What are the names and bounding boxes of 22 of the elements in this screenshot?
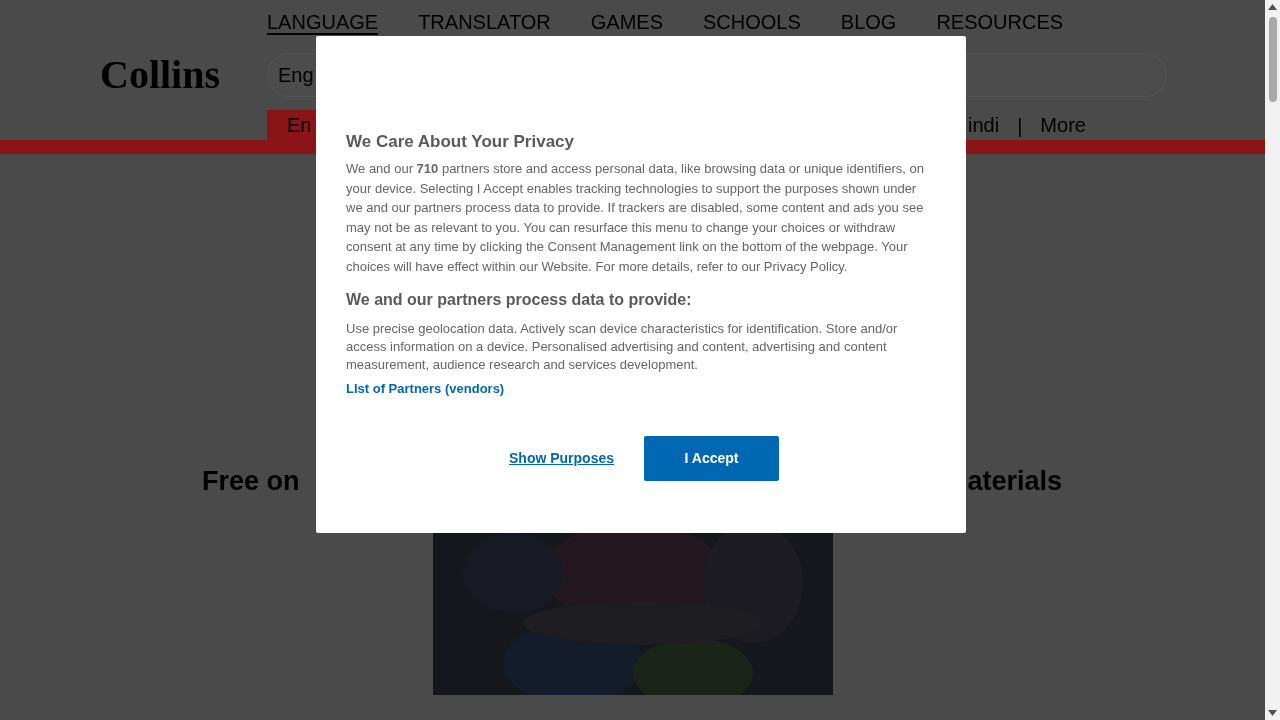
nav-link[interactable]: SCHOOLS (703, 12, 801, 35)
dialog-title: We Care About Your Privacy (346, 131, 575, 153)
headline: aterials (967, 465, 1062, 498)
headline: Free on (202, 465, 300, 498)
tab-separator: | (1017, 114, 1023, 139)
dialog-text: We and our 710 partners store and access personal data, like browsing data or unique identifiers, on your device. Selecting I Accept enables tracking technologies to support the purposes shown under we and our partners process data to provide. If trackers are disabled, some content and ads you see may not be as relevant to you. You can resurface this menu to change your choices or withdraw consent at any time by clicking the Consent Management link on the bottom of the webpage. Your choices will have effect within our Website. For more details, refer to our Privacy Policy. (346, 160, 925, 276)
purposes-text: Use precise geolocation data. Actively scan device characteristics for identification. Store and/or access information on a device. Personalised advertising and content, advertising and content measurement, audience research and services development. (346, 320, 899, 374)
show-purposes-link[interactable]: Show Purposes (509, 447, 615, 469)
scroll-up-icon[interactable] (1268, 4, 1277, 10)
scroll-down-icon[interactable] (1268, 710, 1277, 716)
scrollbar[interactable] (1265, 0, 1280, 720)
nav-link[interactable]: GAMES (590, 12, 664, 35)
nav-link[interactable]: RESOURCES (936, 12, 1064, 35)
accept-button[interactable]: I Accept (644, 435, 780, 481)
nav-link[interactable]: TRANSLATOR (418, 12, 551, 35)
language-tab[interactable]: indi (968, 110, 1000, 140)
partners-link[interactable]: LIst of Partners (vendors) (346, 379, 505, 399)
language-tab[interactable]: More (1040, 110, 1086, 140)
logo[interactable]: Collins (100, 55, 267, 95)
scrollbar-thumb[interactable] (1269, 17, 1277, 102)
section-heading: We and our partners process data to provide: (346, 290, 693, 310)
nav-link[interactable]: BLOG (840, 12, 897, 35)
